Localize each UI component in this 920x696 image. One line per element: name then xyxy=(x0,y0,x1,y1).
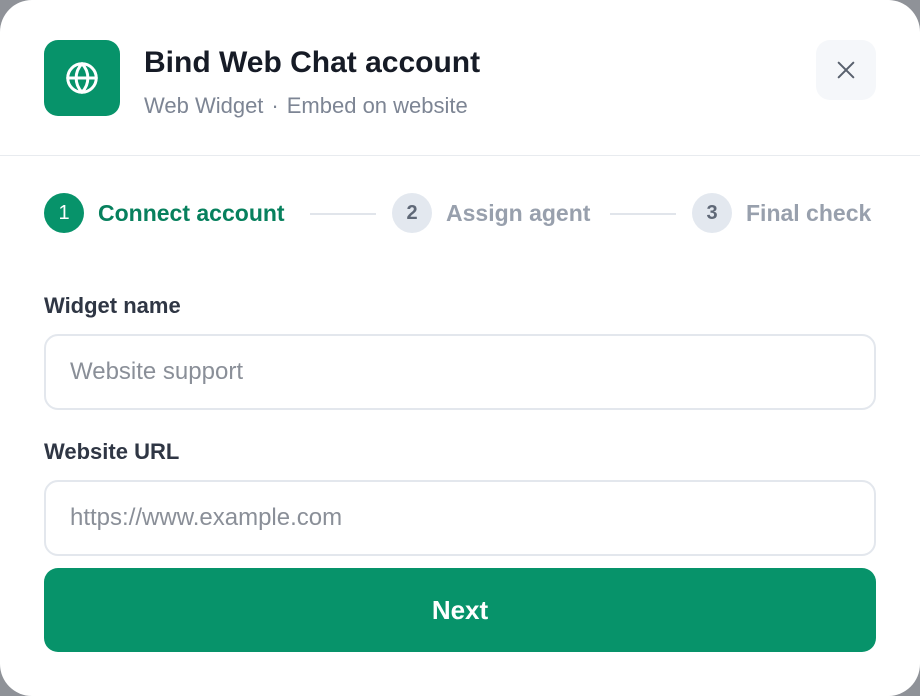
website-url-label: Website URL xyxy=(44,439,180,464)
close-icon xyxy=(837,61,855,79)
dialog-subtitle: Web Widget · Embed on website xyxy=(144,91,468,121)
widget-name-input[interactable] xyxy=(44,334,876,410)
next-button[interactable]: Next xyxy=(44,568,876,652)
stepper: 1 Connect account 2 Assign agent 3 Final… xyxy=(44,193,876,233)
subtitle-separator: · xyxy=(271,93,279,118)
step-assign-agent[interactable]: 2 Assign agent xyxy=(392,193,590,233)
website-url-input[interactable] xyxy=(44,480,876,556)
step-label: Final check xyxy=(746,199,872,226)
step-connector xyxy=(310,213,376,215)
dialog-title: Bind Web Chat account xyxy=(144,46,481,79)
subtitle-detail: Embed on website xyxy=(286,93,468,118)
step-number: 1 xyxy=(44,193,84,233)
globe-icon xyxy=(44,40,120,116)
subtitle-platform: Web Widget xyxy=(144,93,264,118)
step-label: Connect account xyxy=(98,199,285,226)
dialog-header: Bind Web Chat account Web Widget · Embed o… xyxy=(0,0,920,156)
close-button[interactable] xyxy=(816,40,876,100)
step-label: Assign agent xyxy=(446,199,591,226)
step-connector xyxy=(610,213,676,215)
step-number: 3 xyxy=(692,193,732,233)
step-number: 2 xyxy=(392,193,432,233)
step-connect-account[interactable]: 1 Connect account xyxy=(44,193,285,233)
bind-account-dialog: Bind Web Chat account Web Widget · Embed o… xyxy=(0,0,920,696)
step-final-check[interactable]: 3 Final check xyxy=(692,193,871,233)
widget-name-label: Widget name xyxy=(44,293,181,318)
